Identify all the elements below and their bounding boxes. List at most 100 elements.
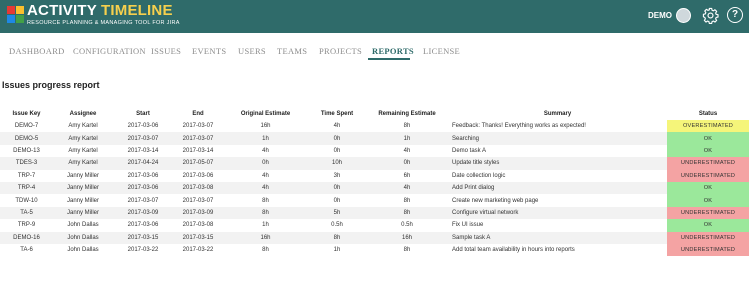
nav-configuration[interactable]: CONFIGURATION <box>73 46 146 56</box>
status-badge: OK <box>667 194 749 207</box>
column-header[interactable]: Status <box>667 107 749 120</box>
summary-cell[interactable]: Configure virtual network <box>448 206 667 220</box>
table-row[interactable]: TA-5 Janny Miller 2017-03-09 2017-03-09 8h 5h… <box>0 206 749 220</box>
brand-title-part2: TIMELINE <box>101 2 173 19</box>
remaining-estimate-cell: 4h <box>403 147 411 154</box>
end-date-cell: 2017-03-08 <box>182 222 214 229</box>
assignee-cell: Amy Kartel <box>53 157 113 170</box>
summary-cell[interactable]: Create new marketing web page <box>448 194 667 206</box>
table-row[interactable]: TRP-9 John Dallas 2017-03-06 2017-03-08 1h 0.… <box>0 219 749 232</box>
status-badge: OK <box>667 219 749 232</box>
nav-projects[interactable]: PROJECTS <box>319 46 362 56</box>
column-header[interactable]: Remaining Estimate <box>366 107 448 120</box>
issue-key-cell[interactable]: TA-6 <box>0 244 53 256</box>
summary-cell[interactable]: Date collection logic <box>448 170 667 182</box>
status-badge: UNDERESTIMATED <box>667 206 749 220</box>
issue-key-cell[interactable]: DEMO-13 <box>0 145 53 157</box>
summary-cell[interactable]: Demo task A <box>448 145 667 157</box>
time-spent-cell: 4h <box>333 123 341 130</box>
nav-license[interactable]: LICENSE <box>423 46 460 56</box>
nav-teams[interactable]: TEAMS <box>277 46 307 56</box>
start-date-cell: 2017-03-07 <box>113 132 173 145</box>
issue-key-cell[interactable]: TRP-7 <box>0 170 53 182</box>
column-header[interactable]: Summary <box>448 107 667 120</box>
start-date-cell: 2017-03-06 <box>127 123 159 130</box>
user-avatar-icon[interactable] <box>676 8 691 23</box>
issue-key-cell[interactable]: DEMO-16 <box>0 231 53 244</box>
brand-title-part1: ACTIVITY <box>27 2 102 19</box>
issue-key-cell[interactable]: TRP-4 <box>0 181 53 195</box>
end-date-cell: 2017-03-06 <box>182 172 214 179</box>
start-date-cell: 2017-03-06 <box>127 172 159 179</box>
status-badge: UNDERESTIMATED <box>667 157 749 170</box>
original-estimate-cell: 4h <box>223 181 308 195</box>
table-row[interactable]: TRP-7 Janny Miller 2017-03-06 2017-03-06 4h 3… <box>0 169 749 182</box>
original-estimate-cell: 0h <box>223 157 308 170</box>
table-row[interactable]: TA-6 John Dallas 2017-03-22 2017-03-22 8h 1h 8… <box>0 243 749 257</box>
end-date-cell: 2017-03-07 <box>182 197 214 204</box>
end-date-cell: 2017-03-09 <box>173 206 223 220</box>
report-title: Issues progress report <box>2 80 100 90</box>
start-date-cell: 2017-03-06 <box>113 181 173 195</box>
summary-cell[interactable]: Add Print dialog <box>448 181 667 195</box>
summary-cell[interactable]: Update title styles <box>448 157 667 170</box>
issue-key-cell[interactable]: TA-5 <box>0 206 53 220</box>
remaining-estimate-cell: 0.5h <box>401 222 413 229</box>
column-header[interactable]: End <box>173 107 223 120</box>
column-header[interactable]: Time Spent <box>308 107 366 120</box>
time-spent-cell: 0.5h <box>331 222 343 229</box>
start-date-cell: 2017-03-09 <box>113 206 173 220</box>
table-row[interactable]: TDES-3 Amy Kartel 2017-04-24 2017-05-07 0h 10… <box>0 157 749 170</box>
nav-events[interactable]: EVENTS <box>192 46 226 56</box>
assignee-cell: Janny Miller <box>53 181 113 195</box>
column-header[interactable]: Start <box>113 107 173 120</box>
table-row[interactable]: TDW-10 Janny Miller 2017-03-07 2017-03-07 8h… <box>0 194 749 207</box>
assignee-cell: Janny Miller <box>66 172 99 179</box>
summary-cell[interactable]: Add total team availability in hours int… <box>448 244 667 256</box>
status-badge: OK <box>667 181 749 195</box>
issue-key-cell[interactable]: TDES-3 <box>0 157 53 170</box>
issue-key-cell[interactable]: DEMO-5 <box>0 132 53 145</box>
time-spent-cell: 0h <box>308 132 366 145</box>
gear-icon[interactable] <box>702 7 719 24</box>
summary-cell[interactable]: Sample task A <box>448 231 667 244</box>
active-tab-indicator <box>368 58 410 60</box>
end-date-cell: 2017-03-07 <box>173 132 223 145</box>
time-spent-cell: 0h <box>333 147 341 154</box>
end-date-cell: 2017-03-15 <box>173 231 223 244</box>
table-row[interactable]: DEMO-13 Amy Kartel 2017-03-14 2017-03-14 4h 0… <box>0 144 749 158</box>
assignee-cell: Amy Kartel <box>68 123 98 130</box>
remaining-estimate-cell: 8h <box>403 247 411 254</box>
table-row[interactable]: DEMO-5 Amy Kartel 2017-03-07 2017-03-07 1h 0h… <box>0 132 749 145</box>
nav-users[interactable]: USERS <box>238 46 266 56</box>
activity-timeline-logo-icon[interactable] <box>7 6 24 23</box>
table-row[interactable]: DEMO-16 John Dallas 2017-03-15 2017-03-15 16… <box>0 231 749 244</box>
nav-dashboard[interactable]: DASHBOARD <box>9 46 65 56</box>
issue-key-cell[interactable]: DEMO-7 <box>0 120 53 132</box>
assignee-cell: John Dallas <box>67 247 99 254</box>
column-header[interactable]: Assignee <box>53 107 113 120</box>
summary-cell[interactable]: Searching <box>448 132 667 145</box>
status-badge: UNDERESTIMATED <box>667 231 749 244</box>
column-header[interactable]: Original Estimate <box>223 107 308 120</box>
issue-key-cell[interactable]: TDW-10 <box>0 194 53 206</box>
user-name-label[interactable]: DEMO <box>648 11 672 20</box>
original-estimate-cell: 8h <box>262 247 269 254</box>
brand-title[interactable]: ACTIVITY TIMELINE <box>27 3 173 19</box>
table-row[interactable]: TRP-4 Janny Miller 2017-03-06 2017-03-08 4h 0… <box>0 181 749 195</box>
original-estimate-cell: 8h <box>262 197 269 204</box>
column-header[interactable]: Issue Key <box>0 107 53 120</box>
summary-cell[interactable]: Fix UI issue <box>448 219 667 231</box>
summary-cell[interactable]: Feedback: Thanks! Everything works as ex… <box>448 120 667 132</box>
remaining-estimate-cell: 6h <box>403 172 411 179</box>
nav-reports[interactable]: REPORTS <box>372 46 414 56</box>
top-header-bar: ACTIVITY TIMELINE RESOURCE PLANNING & MA… <box>0 0 749 33</box>
nav-issues[interactable]: ISSUES <box>151 46 181 56</box>
table-body: DEMO-7 Amy Kartel 2017-03-06 2017-03-07 16h 4… <box>0 120 749 257</box>
issue-key-cell[interactable]: TRP-9 <box>0 219 53 231</box>
start-date-cell: 2017-03-14 <box>127 147 159 154</box>
issues-progress-table: Issue Key Assignee Start End Original Es… <box>0 107 749 257</box>
table-row[interactable]: DEMO-7 Amy Kartel 2017-03-06 2017-03-07 16h 4… <box>0 120 749 133</box>
end-date-cell: 2017-03-14 <box>182 147 214 154</box>
help-icon[interactable]: ? <box>727 7 743 23</box>
